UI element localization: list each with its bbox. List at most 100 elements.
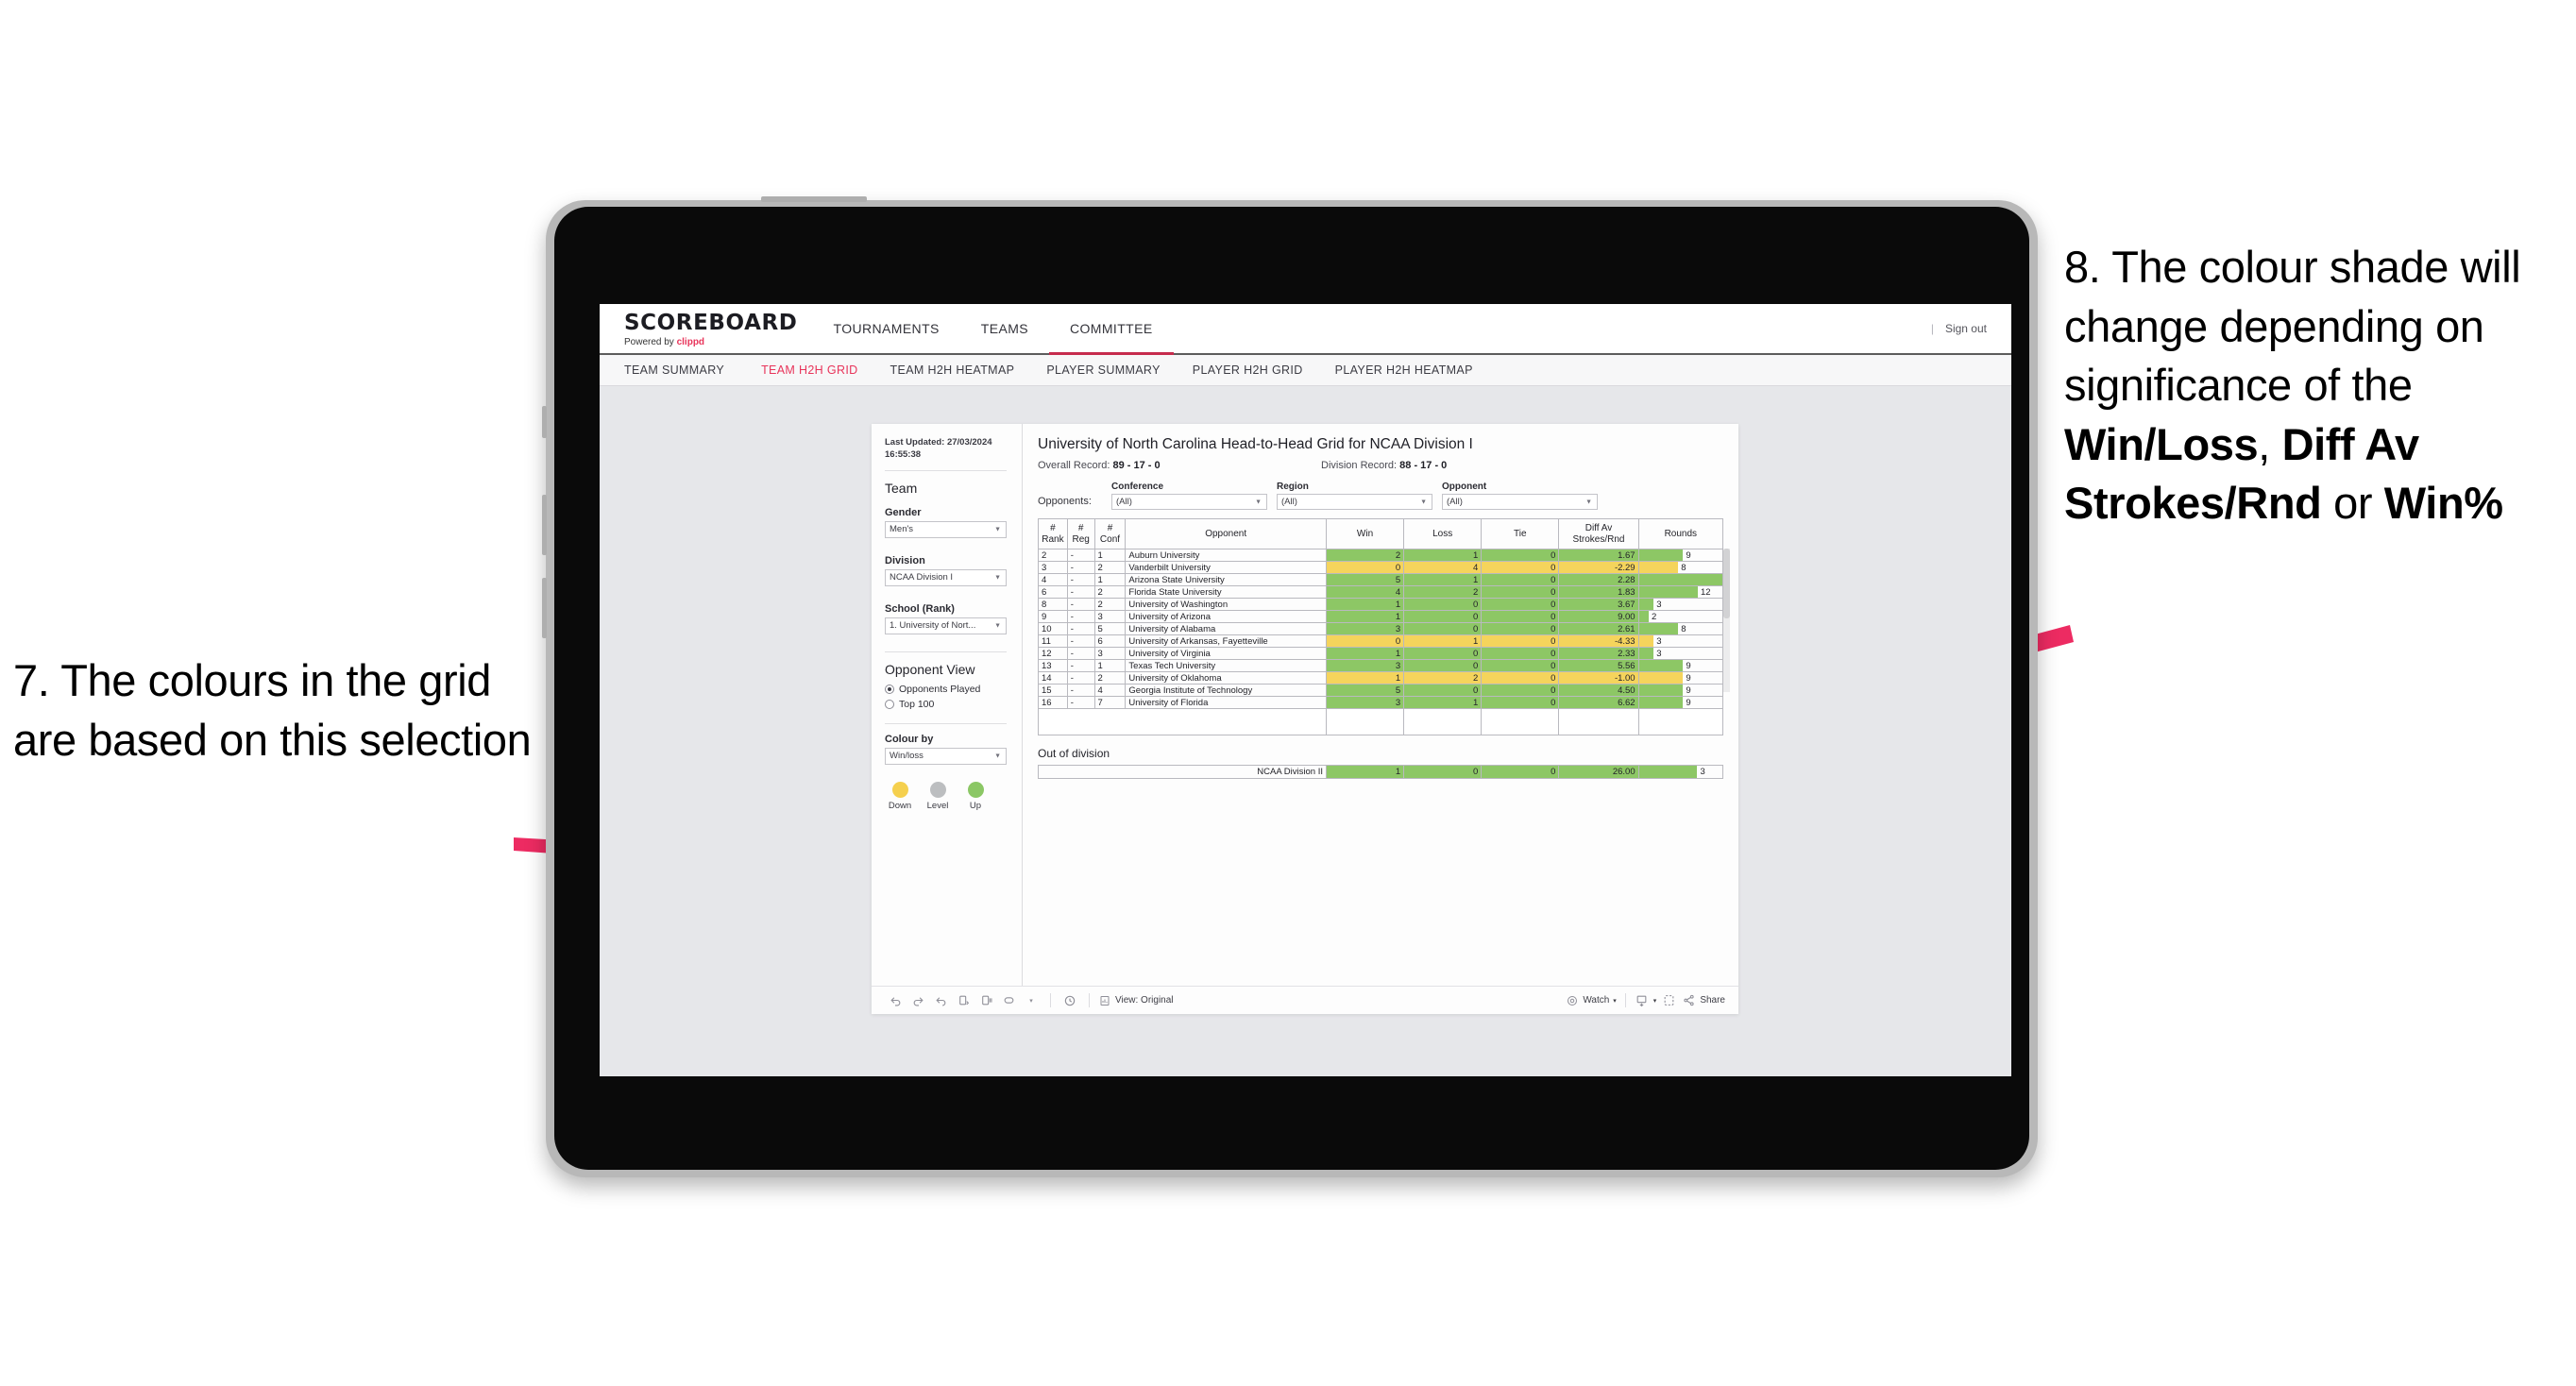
cell-win: 3	[1325, 622, 1405, 635]
chevron-down-icon: ▼	[994, 574, 1001, 582]
pause-icon[interactable]	[975, 990, 996, 1011]
sign-out-link[interactable]: Sign out	[1945, 322, 1987, 335]
subnav-tab-team-h2h-grid[interactable]: TEAM H2H GRID	[745, 363, 873, 377]
region-value: (All)	[1281, 497, 1297, 507]
rounds-bar	[1639, 586, 1698, 598]
annotation-text: 8. The colour shade will change dependin…	[2064, 242, 2521, 410]
ood-diff-cell: 26.00	[1558, 765, 1639, 779]
table-row[interactable]: 6-2 Florida State University 4 2 0 1.83 12	[1038, 585, 1724, 599]
cell-loss: 2	[1403, 585, 1483, 599]
table-row[interactable]: 15-4 Georgia Institute of Technology 5 0 0 4.…	[1038, 684, 1724, 697]
toolbar-separator-2	[1089, 993, 1090, 1007]
cell-reg: -	[1066, 585, 1095, 599]
school-label: School (Rank)	[885, 602, 955, 615]
cell-conf: 6	[1093, 634, 1127, 648]
table-row[interactable]: 16-7 University of Florida 3 1 0 6.62 9	[1038, 696, 1724, 709]
table-row[interactable]: 13-1 Texas Tech University 3 0 0 5.56 9	[1038, 659, 1724, 672]
region-select[interactable]: (All) ▼	[1277, 494, 1432, 510]
spacer-cell	[1325, 708, 1405, 735]
shape-icon[interactable]	[998, 990, 1019, 1011]
subnav-tab-team-h2h-heatmap[interactable]: TEAM H2H HEATMAP	[874, 363, 1031, 377]
table-row[interactable]: 3-2 Vanderbilt University 0 4 0 -2.29 8	[1038, 561, 1724, 574]
grid-vertical-scrollbar[interactable]	[1723, 549, 1730, 692]
brand-title: SCOREBOARD	[624, 310, 798, 335]
scrollbar-thumb[interactable]	[1723, 549, 1730, 618]
watch-button[interactable]: Watch ▾	[1566, 990, 1617, 1011]
cell-loss: 0	[1403, 622, 1483, 635]
chevron-down-icon[interactable]: ▾	[1021, 990, 1042, 1011]
download-button[interactable]: ▾	[1635, 990, 1656, 1011]
nav-tab-committee[interactable]: COMMITTEE	[1049, 304, 1174, 355]
cell-win: 0	[1325, 634, 1405, 648]
cell-reg: -	[1066, 659, 1095, 672]
rounds-value: 2	[1651, 611, 1657, 622]
cell-conf: 1	[1093, 659, 1127, 672]
th-conf: # Conf	[1093, 518, 1127, 549]
gender-select[interactable]: Men's ▼	[885, 520, 1007, 538]
alerts-icon[interactable]	[1059, 990, 1080, 1011]
opponent-view-heading: Opponent View	[885, 661, 975, 677]
dashboard-card: Last Updated: 27/03/2024 16:55:38 Team G…	[872, 424, 1738, 1014]
school-select[interactable]: 1. University of Nort... ▼	[885, 617, 1007, 634]
chevron-down-icon: ▼	[994, 752, 1001, 760]
cell-rounds: 9	[1637, 696, 1724, 709]
rounds-value: 9	[1686, 660, 1691, 671]
table-row[interactable]: 11-6 University of Arkansas, Fayetteville…	[1038, 634, 1724, 648]
cell-opponent: Arizona State University	[1125, 573, 1327, 586]
cell-rank: 3	[1038, 561, 1068, 574]
cell-tie: 0	[1481, 622, 1560, 635]
table-row[interactable]: 14-2 University of Oklahoma 1 2 0 -1.00 9	[1038, 671, 1724, 685]
division-select[interactable]: NCAA Division I ▼	[885, 568, 1007, 586]
out-of-division-row: NCAA Division II 1 0 0 26.00 3	[1038, 765, 1724, 779]
subnav-tab-team-summary[interactable]: TEAM SUMMARY	[624, 363, 745, 377]
redo-icon[interactable]	[907, 990, 928, 1011]
rounds-value: 3	[1656, 635, 1662, 647]
out-of-division-title: Out of division	[1038, 747, 1110, 760]
cell-loss: 0	[1403, 684, 1483, 697]
share-button[interactable]: Share	[1681, 990, 1725, 1011]
brand-logo[interactable]: SCOREBOARD Powered by clippd	[600, 304, 813, 353]
revert-icon[interactable]	[930, 990, 951, 1011]
th-win: Win	[1325, 518, 1405, 549]
fullscreen-icon[interactable]	[1658, 990, 1679, 1011]
table-row[interactable]: 4-1Arizona State University5102.2817	[1038, 573, 1724, 586]
opponent-select[interactable]: (All) ▼	[1442, 494, 1598, 510]
legend-label-level: Level	[926, 800, 949, 811]
subnav-tab-player-h2h-grid[interactable]: PLAYER H2H GRID	[1177, 363, 1319, 377]
colour-legend: Down Level Up	[885, 781, 1007, 811]
table-row[interactable]: 10-5 University of Alabama 3 0 0 2.61 8	[1038, 622, 1724, 635]
cell-rank: 13	[1038, 659, 1068, 672]
radio-opponents-played[interactable]: Opponents Played	[885, 684, 1007, 695]
subnav-tab-player-summary[interactable]: PLAYER SUMMARY	[1030, 363, 1176, 377]
cell-win: 5	[1325, 684, 1405, 697]
cell-reg: -	[1066, 598, 1095, 611]
brand-clippd-text: clippd	[676, 336, 705, 347]
division-record-label: Division Record:	[1321, 460, 1398, 471]
overall-record: Overall Record: 89 - 17 - 0	[1038, 460, 1321, 471]
rounds-bar	[1639, 611, 1649, 622]
colour-by-select[interactable]: Win/loss ▼	[885, 747, 1007, 765]
refresh-icon[interactable]	[953, 990, 974, 1011]
view-original-button[interactable]: View: Original	[1098, 990, 1174, 1011]
cell-rounds: 9	[1637, 684, 1724, 697]
cell-diff-av-strokes: -4.33	[1558, 634, 1639, 648]
ood-tie-cell: 0	[1481, 765, 1560, 779]
table-row[interactable]: 2-1 Auburn University 2 1 0 1.67 9	[1038, 549, 1724, 562]
spacer-cell	[1067, 708, 1095, 735]
nav-tab-teams[interactable]: TEAMS	[960, 304, 1049, 353]
conference-select[interactable]: (All) ▼	[1111, 494, 1267, 510]
cell-conf: 4	[1093, 684, 1127, 697]
table-row[interactable]: 9-3 University of Arizona 1 0 0 9.00 2	[1038, 610, 1724, 623]
radio-top-100[interactable]: Top 100	[885, 699, 1007, 710]
undo-icon[interactable]	[885, 990, 906, 1011]
cell-rounds: 12	[1637, 585, 1724, 599]
table-row[interactable]: 8-2 University of Washington 1 0 0 3.67 3	[1038, 598, 1724, 611]
nav-tab-tournaments[interactable]: TOURNAMENTS	[813, 304, 960, 353]
cell-rounds: 8	[1637, 622, 1724, 635]
cell-diff-av-strokes: 9.00	[1558, 610, 1639, 623]
cell-diff-av-strokes: -2.29	[1558, 561, 1639, 574]
sub-navbar: TEAM SUMMARY TEAM H2H GRID TEAM H2H HEAT…	[600, 355, 2011, 386]
cell-conf: 2	[1093, 585, 1127, 599]
table-row[interactable]: 12-3 University of Virginia 1 0 0 2.33 3	[1038, 647, 1724, 660]
subnav-tab-player-h2h-heatmap[interactable]: PLAYER H2H HEATMAP	[1319, 363, 1489, 377]
